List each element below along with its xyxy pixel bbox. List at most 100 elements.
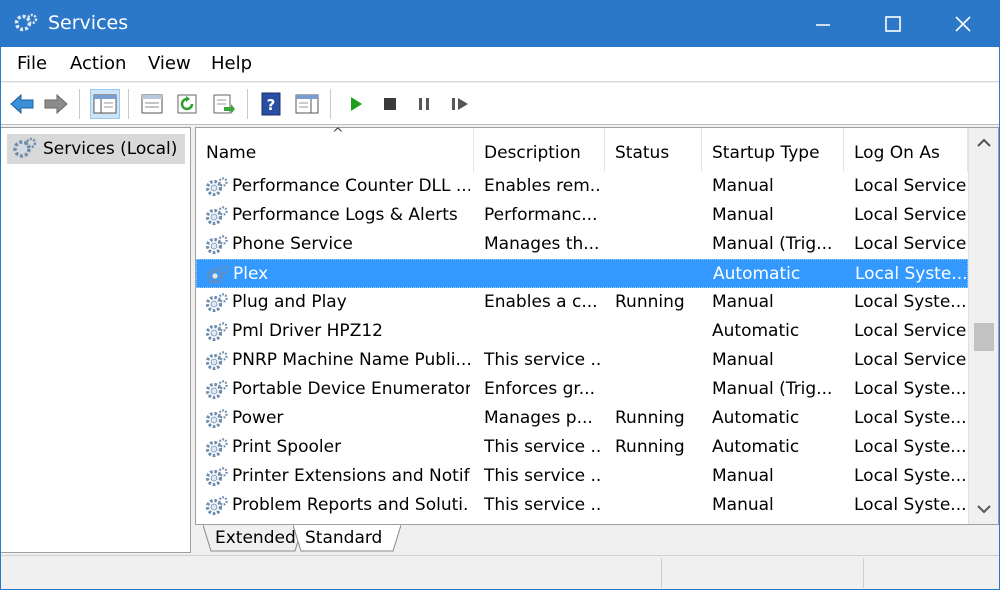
cell-startup-type: Manual <box>712 205 774 225</box>
service-gear-icon <box>205 322 228 342</box>
column-header-status[interactable]: Status <box>605 128 702 172</box>
menu-action[interactable]: Action <box>70 53 126 74</box>
list-header: ^ Name Description Status Startup Type L… <box>196 126 968 172</box>
table-row[interactable]: Phone Service Manages th... Manual (Trig..… <box>196 230 968 259</box>
table-row[interactable]: Plug and Play Enables a c... Running Manual… <box>196 288 968 317</box>
forward-button[interactable] <box>41 89 71 119</box>
refresh-icon <box>177 94 197 114</box>
tab-standard[interactable]: Standard <box>293 525 401 552</box>
play-icon <box>351 97 362 111</box>
tree-item-services-local[interactable]: Services (Local) <box>7 134 186 164</box>
cell-log-on-as: Local Service <box>854 350 966 370</box>
action-pane-icon <box>295 94 319 114</box>
service-gear-icon <box>205 380 228 400</box>
forward-arrow-icon <box>44 93 68 115</box>
status-segment <box>661 558 861 588</box>
stop-icon <box>384 98 396 110</box>
column-label: Description <box>484 143 581 163</box>
show-hide-console-tree-button[interactable] <box>90 89 120 119</box>
properties-button[interactable] <box>137 89 167 119</box>
cell-status: Running <box>615 292 685 312</box>
tab-extended[interactable]: Extended <box>203 525 303 552</box>
chevron-down-icon <box>976 505 991 514</box>
pause-service-button[interactable] <box>409 89 439 119</box>
show-action-pane-button[interactable] <box>292 89 322 119</box>
cell-name: Performance Logs & Alerts <box>232 205 458 225</box>
scroll-down-button[interactable] <box>969 494 998 524</box>
menu-view[interactable]: View <box>148 53 191 74</box>
cell-name: Pml Driver HPZ12 <box>232 321 383 341</box>
cell-status: Running <box>615 408 685 428</box>
help-button[interactable]: ? <box>256 89 286 119</box>
column-header-description[interactable]: Description <box>474 128 605 172</box>
column-header-log-on-as[interactable]: Log On As <box>844 128 968 172</box>
service-gear-icon <box>205 351 228 371</box>
tab-label: Extended <box>215 528 296 548</box>
console-tree: Services (Local) <box>1 127 191 553</box>
help-icon: ? <box>261 92 281 116</box>
table-row[interactable]: Performance Counter DLL ... Enables rem..… <box>196 172 968 201</box>
cell-name: Plex <box>233 264 269 284</box>
cell-startup-type: Automatic <box>712 321 800 341</box>
service-gear-icon <box>205 409 228 429</box>
console-tree-icon <box>93 94 117 114</box>
cell-name: Power <box>232 408 284 428</box>
scroll-up-button[interactable] <box>969 128 998 158</box>
cell-status <box>615 230 701 259</box>
back-button[interactable] <box>7 89 37 119</box>
status-segment <box>863 558 999 588</box>
cell-name: Print Spooler <box>232 437 342 457</box>
start-service-button[interactable] <box>341 89 371 119</box>
cell-startup-type: Manual <box>712 350 774 370</box>
title-bar[interactable]: Services <box>1 1 999 47</box>
vertical-scrollbar[interactable] <box>968 128 998 524</box>
cell-status <box>615 375 701 404</box>
tab-label: Standard <box>305 528 383 548</box>
minimize-button[interactable] <box>789 1 857 47</box>
table-row[interactable]: Plex Automatic Local Syste... <box>196 259 968 288</box>
cell-name: Phone Service <box>232 234 353 254</box>
tree-item-label: Services (Local) <box>43 139 178 159</box>
export-list-button[interactable] <box>209 89 239 119</box>
refresh-button[interactable] <box>173 89 203 119</box>
table-row[interactable]: Pml Driver HPZ12 Automatic Local Service <box>196 317 968 346</box>
stop-service-button[interactable] <box>375 89 405 119</box>
toolbar-separator <box>247 89 248 119</box>
scrollbar-thumb[interactable] <box>974 323 994 351</box>
column-label: Status <box>615 143 670 163</box>
toolbar-separator <box>128 89 129 119</box>
cell-startup-type: Automatic <box>713 264 801 284</box>
cell-name: PNRP Machine Name Publi... <box>232 350 470 370</box>
table-row[interactable]: PNRP Machine Name Publi... This service .… <box>196 346 968 375</box>
table-row[interactable]: Problem Reports and Soluti... This servic… <box>196 491 968 520</box>
column-label: Name <box>206 143 257 163</box>
table-row[interactable]: Portable Device Enumerator... Enforces gr… <box>196 375 968 404</box>
column-header-startup-type[interactable]: Startup Type <box>702 128 844 172</box>
cell-status <box>616 260 702 289</box>
maximize-icon <box>885 16 901 32</box>
menu-file[interactable]: File <box>17 53 47 74</box>
cell-log-on-as: Local Service <box>854 205 966 225</box>
table-row[interactable]: Print Spooler This service ... Running Auto… <box>196 433 968 462</box>
cell-description: Manages p... <box>484 408 593 428</box>
toolbar-separator <box>330 89 331 119</box>
cell-log-on-as: Local Syste... <box>854 292 966 312</box>
cell-description: Performanc... <box>484 205 598 225</box>
column-header-name[interactable]: ^ Name <box>196 126 474 172</box>
cell-name: Portable Device Enumerator... <box>232 379 470 399</box>
status-bar <box>1 555 999 589</box>
restart-service-button[interactable] <box>445 89 475 119</box>
cell-description: Enforces gr... <box>484 379 596 399</box>
menu-bar: File Action View Help <box>1 47 999 82</box>
menu-help[interactable]: Help <box>211 53 252 74</box>
service-gear-icon <box>205 496 228 516</box>
svg-text:?: ? <box>267 96 276 114</box>
service-gear-icon <box>205 293 228 313</box>
close-button[interactable] <box>929 1 997 47</box>
maximize-button[interactable] <box>859 1 927 47</box>
table-row[interactable]: Performance Logs & Alerts Performanc... Ma… <box>196 201 968 230</box>
cell-description: This service ... <box>484 466 602 486</box>
table-row[interactable]: Power Manages p... Running Automatic Local S… <box>196 404 968 433</box>
table-row[interactable]: Printer Extensions and Notif... This serv… <box>196 462 968 491</box>
close-icon <box>955 16 971 32</box>
